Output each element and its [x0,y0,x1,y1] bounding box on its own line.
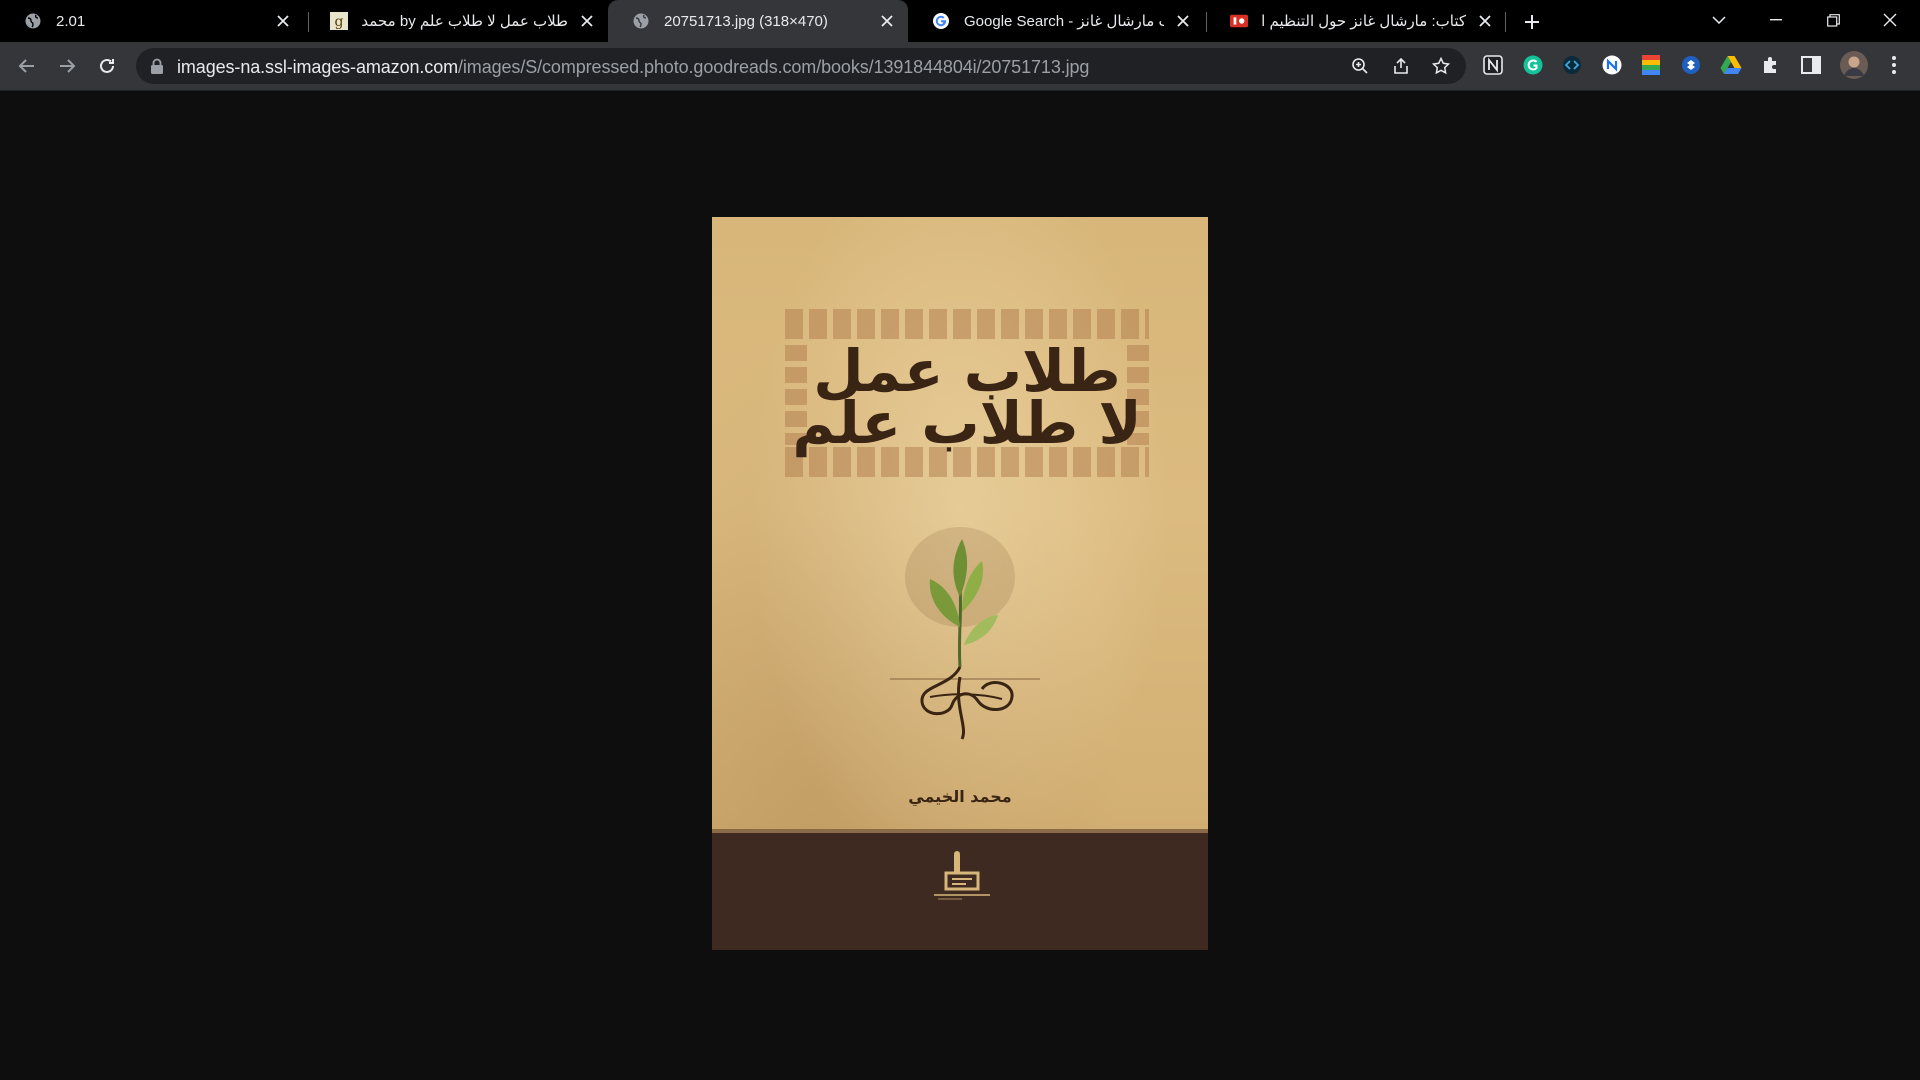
tab-title: Google Search - كتاب مارشال غانز [964,13,1164,30]
sidepanel-icon[interactable] [1800,54,1822,76]
address-bar[interactable]: images-na.ssl-images-amazon.com/images/S… [136,48,1466,84]
svg-text:g: g [335,14,344,30]
minimize-button[interactable] [1748,0,1804,40]
restore-button[interactable] [1805,0,1861,40]
tab-title: طلاب عمل لا طلاب علم by محمد ال [362,13,568,30]
cover-bottom-band [712,829,1208,950]
code-ext-icon[interactable] [1561,54,1583,76]
profile-avatar[interactable] [1840,51,1868,79]
google-icon [932,12,950,30]
tab-close-icon[interactable] [1174,12,1192,30]
tab-title: كتاب: مارشال غانز حول التنظيم الم [1262,13,1466,30]
zoom-icon[interactable] [1348,54,1372,78]
browser-toolbar: images-na.ssl-images-amazon.com/images/S… [0,42,1920,91]
puzzle-icon[interactable] [1760,54,1782,76]
forward-button[interactable] [53,52,81,80]
tab-5[interactable]: كتاب: مارشال غانز حول التنظيم الم [1206,0,1506,42]
dropbox-ext-icon[interactable] [1680,54,1702,76]
url-path: /images/S/compressed.photo.goodreads.com… [458,57,1090,77]
sprout-illustration [890,527,1040,740]
back-button[interactable] [13,52,41,80]
share-icon[interactable] [1389,54,1413,78]
stack-ext-icon[interactable] [1640,54,1662,76]
cover-title-line-2: لا طلاب علم [792,389,1142,457]
tab-separator [1505,12,1506,32]
grammarly-icon[interactable] [1522,54,1544,76]
publisher-logo [934,851,990,900]
tab-strip: 2.01 g طلاب عمل لا طلاب علم by محمد ال 2… [0,0,1920,42]
menu-dots-icon[interactable] [1883,54,1905,76]
tab-1[interactable]: 2.01 [0,0,304,42]
globe-icon [632,12,650,30]
pattern-band-top [785,309,1149,339]
tab-3-active[interactable]: 20751713.jpg (318×470) [608,0,908,42]
tab-close-icon[interactable] [274,12,292,30]
tab-close-icon[interactable] [878,12,896,30]
url-text[interactable]: images-na.ssl-images-amazon.com/images/S… [177,57,1089,78]
tab-4[interactable]: Google Search - كتاب مارشال غانز [908,0,1204,42]
tab-2[interactable]: g طلاب عمل لا طلاب علم by محمد ال [306,0,608,42]
tab-title: 20751713.jpg (318×470) [664,12,828,30]
tab-search-chevron-icon[interactable] [1691,0,1747,40]
drive-icon[interactable] [1720,54,1742,76]
new-tab-button[interactable] [1518,8,1546,36]
tab-title: 2.01 [56,12,86,30]
tab-close-icon[interactable] [1476,12,1494,30]
close-window-button[interactable] [1862,0,1918,40]
url-host: images-na.ssl-images-amazon.com [177,57,458,77]
book-cover-image[interactable]: طلاب عمل لا طلاب علم محمد الخيمي [712,217,1208,950]
globe-icon [24,12,42,30]
book-red-icon [1230,12,1248,30]
reload-button[interactable] [93,52,121,80]
ext-n-icon[interactable] [1601,54,1623,76]
goodreads-g-icon: g [330,12,348,30]
lock-icon[interactable] [150,58,166,74]
notion-icon[interactable] [1482,54,1504,76]
bookmark-star-icon[interactable] [1429,54,1453,78]
tab-close-icon[interactable] [578,12,596,30]
cover-author: محمد الخيمي [908,787,1012,806]
